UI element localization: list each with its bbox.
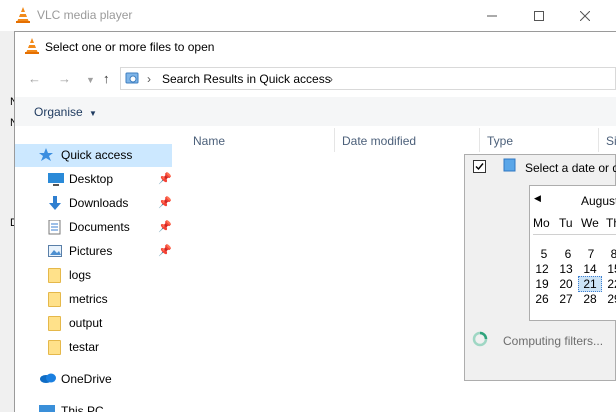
previous-month-button[interactable]: ◀ <box>534 193 541 204</box>
calendar-day[interactable]: 8 <box>603 247 616 261</box>
weekday-label: Mo <box>533 216 550 230</box>
calendar-day[interactable]: 28 <box>579 292 601 306</box>
sidebar-item-onedrive[interactable]: OneDrive <box>15 368 172 391</box>
column-header-name[interactable]: Name <box>193 134 225 148</box>
calendar-month-label[interactable]: August <box>581 194 616 208</box>
folder-icon <box>48 340 61 355</box>
sidebar-item-quick-access[interactable]: Quick access <box>15 144 172 167</box>
calendar-day[interactable]: 15 <box>603 262 616 276</box>
sidebar-item-label: Pictures <box>69 244 113 258</box>
organise-menu-button[interactable]: Organise ▼ <box>34 105 97 119</box>
weekday-label: Tu <box>559 216 573 230</box>
calendar-day[interactable]: 13 <box>555 262 577 276</box>
star-icon <box>39 148 55 163</box>
column-header-type[interactable]: Type <box>487 134 513 148</box>
sidebar-item-label: testar <box>69 340 100 354</box>
sidebar-item-testar[interactable]: testar <box>15 336 172 359</box>
search-results-icon <box>125 70 141 86</box>
calendar-day[interactable]: 22 <box>603 277 616 291</box>
documents-icon <box>48 219 64 235</box>
column-header-date-modified[interactable]: Date modified <box>342 134 416 148</box>
maximize-button[interactable] <box>516 0 562 31</box>
pin-icon: 📌 <box>158 197 172 209</box>
breadcrumb-chevron-icon[interactable]: › <box>329 72 333 86</box>
minimize-button[interactable] <box>469 0 515 31</box>
download-arrow-icon <box>48 196 64 211</box>
sidebar-item-label: output <box>69 316 103 330</box>
close-button[interactable] <box>562 0 608 31</box>
status-text: Computing filters... <box>503 334 604 348</box>
computer-icon <box>39 404 55 412</box>
sidebar-item-output[interactable]: output <box>15 312 172 335</box>
pin-icon: 📌 <box>158 173 172 185</box>
calendar-day[interactable]: 27 <box>555 292 577 306</box>
pin-icon: 📌 <box>158 221 172 233</box>
sidebar-item-downloads[interactable]: Downloads 📌 <box>15 192 172 215</box>
dialog-title: Select one or more files to open <box>45 40 215 54</box>
sidebar-item-pictures[interactable]: Pictures 📌 <box>15 240 172 263</box>
back-button[interactable]: ← <box>28 71 41 86</box>
cloud-icon <box>39 372 56 387</box>
sidebar-item-desktop[interactable]: Desktop 📌 <box>15 168 172 191</box>
column-divider[interactable] <box>598 128 599 152</box>
calendar-day[interactable]: 12 <box>531 262 553 276</box>
weekday-label: Th <box>606 216 616 230</box>
sidebar-item-label: logs <box>69 268 92 282</box>
column-divider[interactable] <box>479 128 480 152</box>
calendar-icon <box>503 158 517 172</box>
forward-button[interactable]: → <box>58 71 71 86</box>
desktop-icon <box>48 172 64 187</box>
date-filter-checkbox[interactable] <box>473 160 486 173</box>
date-filter-label: Select a date or d <box>525 161 616 175</box>
breadcrumb[interactable]: Search Results in Quick access <box>162 72 331 86</box>
dialog-toolbar <box>15 97 616 126</box>
sidebar-item-metrics[interactable]: metrics <box>15 288 172 311</box>
sidebar-item-label: Documents <box>69 220 130 234</box>
vlc-cone-icon <box>15 7 31 23</box>
sidebar-item-label: OneDrive <box>61 372 112 386</box>
folder-icon <box>48 316 61 331</box>
column-divider[interactable] <box>334 128 335 152</box>
calendar-day[interactable]: 14 <box>579 262 601 276</box>
sidebar-item-documents[interactable]: Documents 📌 <box>15 216 172 239</box>
column-header-size[interactable]: Si <box>606 134 616 148</box>
calendar-day[interactable]: 20 <box>555 277 577 291</box>
vlc-cone-icon <box>24 38 40 54</box>
pin-icon: 📌 <box>158 245 172 257</box>
calendar-day[interactable]: 19 <box>531 277 553 291</box>
calendar-divider <box>533 234 616 235</box>
sidebar-item-label: Quick access <box>61 148 133 162</box>
calendar-day[interactable]: 5 <box>533 247 555 261</box>
dropdown-arrow-icon: ▼ <box>89 109 97 118</box>
sidebar-item-label: Desktop <box>69 172 114 186</box>
folder-icon <box>48 268 61 283</box>
pictures-icon <box>48 244 64 259</box>
sidebar-item-label: Downloads <box>69 196 129 210</box>
sidebar-item-logs[interactable]: logs <box>15 264 172 287</box>
calendar-day[interactable]: 26 <box>531 292 553 306</box>
up-button[interactable]: ↑ <box>103 71 110 86</box>
sidebar-item-this-pc[interactable]: This PC <box>15 400 172 412</box>
loading-spinner-icon <box>472 331 488 347</box>
weekday-label: We <box>581 216 599 230</box>
recent-locations-chevron-icon[interactable]: ▼ <box>86 75 95 85</box>
calendar-day-today[interactable]: 21 <box>578 276 602 292</box>
calendar-day[interactable]: 7 <box>580 247 602 261</box>
sidebar-item-label: metrics <box>69 292 108 306</box>
calendar-day[interactable]: 6 <box>557 247 579 261</box>
organise-label: Organise <box>34 105 83 119</box>
window-title: VLC media player <box>37 8 133 22</box>
folder-icon <box>48 292 61 307</box>
sidebar-item-label: This PC <box>61 404 104 412</box>
calendar-day[interactable]: 29 <box>603 292 616 306</box>
breadcrumb-separator-icon: › <box>147 72 151 86</box>
